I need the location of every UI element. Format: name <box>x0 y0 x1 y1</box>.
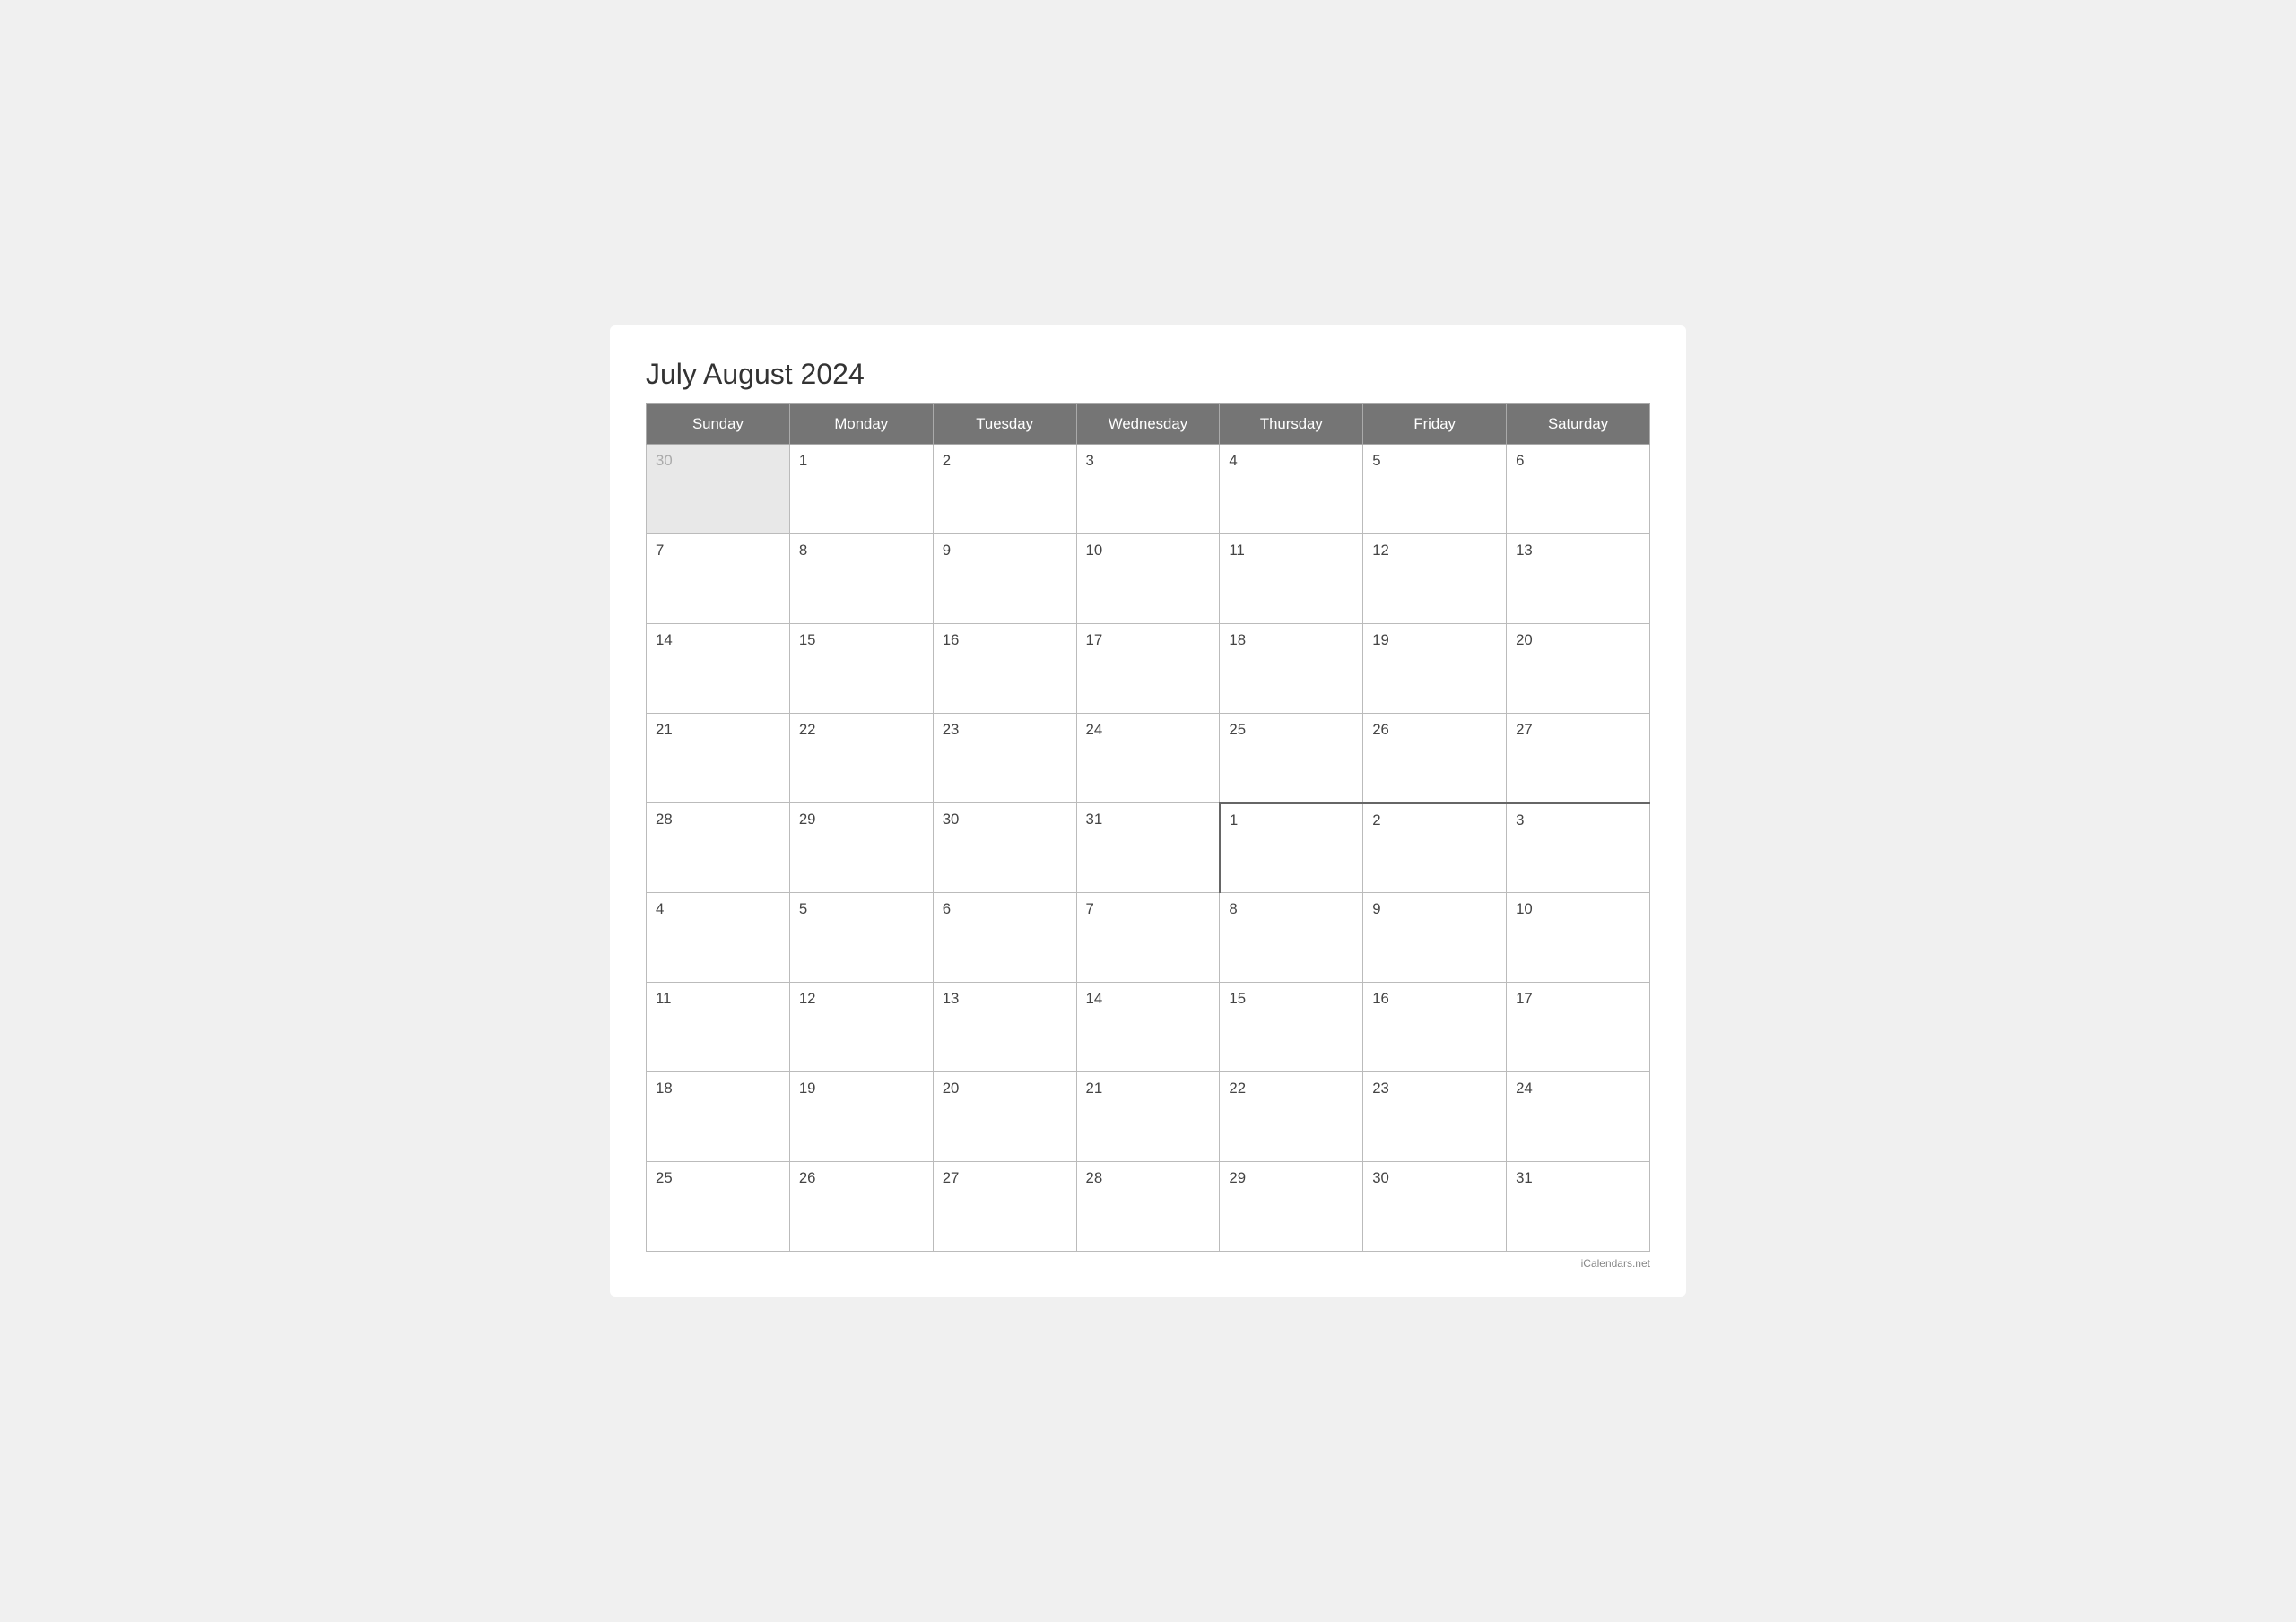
calendar-day-cell: 28 <box>1076 1162 1220 1252</box>
calendar-week-row: 18192021222324 <box>647 1072 1650 1162</box>
calendar-day-cell: 26 <box>789 1162 933 1252</box>
calendar-day-cell: 16 <box>1363 983 1507 1072</box>
day-header-tuesday: Tuesday <box>933 404 1076 445</box>
calendar-day-cell: 2 <box>933 445 1076 534</box>
day-header-thursday: Thursday <box>1220 404 1363 445</box>
calendar-day-cell: 19 <box>789 1072 933 1162</box>
calendar-day-cell: 22 <box>1220 1072 1363 1162</box>
calendar-day-cell: 29 <box>789 803 933 893</box>
calendar-day-cell: 1 <box>1220 803 1363 893</box>
calendar-day-cell: 3 <box>1076 445 1220 534</box>
calendar-week-row: 11121314151617 <box>647 983 1650 1072</box>
calendar-day-cell: 17 <box>1076 624 1220 714</box>
calendar-day-cell: 21 <box>647 714 790 803</box>
calendar-day-cell: 25 <box>1220 714 1363 803</box>
calendar-day-cell: 6 <box>933 893 1076 983</box>
calendar-day-cell: 21 <box>1076 1072 1220 1162</box>
calendar-day-cell: 23 <box>933 714 1076 803</box>
day-header-monday: Monday <box>789 404 933 445</box>
calendar-day-cell: 24 <box>1507 1072 1650 1162</box>
calendar-day-cell: 30 <box>1363 1162 1507 1252</box>
calendar-day-cell: 3 <box>1507 803 1650 893</box>
calendar-day-cell: 20 <box>933 1072 1076 1162</box>
calendar-day-cell: 24 <box>1076 714 1220 803</box>
calendar-day-cell: 30 <box>933 803 1076 893</box>
calendar-day-cell: 5 <box>1363 445 1507 534</box>
calendar-day-cell: 31 <box>1076 803 1220 893</box>
calendar-day-cell: 16 <box>933 624 1076 714</box>
calendar-day-cell: 18 <box>647 1072 790 1162</box>
day-header-sunday: Sunday <box>647 404 790 445</box>
calendar-week-row: 30123456 <box>647 445 1650 534</box>
calendar-day-cell: 13 <box>933 983 1076 1072</box>
calendar-day-cell: 2 <box>1363 803 1507 893</box>
calendar-day-cell: 27 <box>1507 714 1650 803</box>
calendar-week-row: 45678910 <box>647 893 1650 983</box>
calendar-day-cell: 9 <box>1363 893 1507 983</box>
calendar-day-cell: 15 <box>1220 983 1363 1072</box>
calendar-container: July August 2024 SundayMondayTuesdayWedn… <box>610 325 1686 1297</box>
calendar-title: July August 2024 <box>646 358 1650 391</box>
day-header-friday: Friday <box>1363 404 1507 445</box>
calendar-footer: iCalendars.net <box>646 1257 1650 1270</box>
calendar-day-cell: 19 <box>1363 624 1507 714</box>
calendar-day-cell: 29 <box>1220 1162 1363 1252</box>
calendar-header-row: SundayMondayTuesdayWednesdayThursdayFrid… <box>647 404 1650 445</box>
day-header-saturday: Saturday <box>1507 404 1650 445</box>
calendar-body: 3012345678910111213141516171819202122232… <box>647 445 1650 1252</box>
calendar-header: SundayMondayTuesdayWednesdayThursdayFrid… <box>647 404 1650 445</box>
calendar-day-cell: 8 <box>1220 893 1363 983</box>
calendar-day-cell: 4 <box>1220 445 1363 534</box>
calendar-week-row: 78910111213 <box>647 534 1650 624</box>
calendar-day-cell: 31 <box>1507 1162 1650 1252</box>
calendar-day-cell: 6 <box>1507 445 1650 534</box>
calendar-day-cell: 11 <box>647 983 790 1072</box>
calendar-day-cell: 26 <box>1363 714 1507 803</box>
calendar-day-cell: 28 <box>647 803 790 893</box>
calendar-day-cell: 7 <box>647 534 790 624</box>
calendar-day-cell: 20 <box>1507 624 1650 714</box>
calendar-day-cell: 30 <box>647 445 790 534</box>
calendar-day-cell: 10 <box>1076 534 1220 624</box>
calendar-day-cell: 22 <box>789 714 933 803</box>
calendar-week-row: 14151617181920 <box>647 624 1650 714</box>
calendar-day-cell: 13 <box>1507 534 1650 624</box>
calendar-day-cell: 25 <box>647 1162 790 1252</box>
day-header-wednesday: Wednesday <box>1076 404 1220 445</box>
calendar-day-cell: 17 <box>1507 983 1650 1072</box>
calendar-day-cell: 23 <box>1363 1072 1507 1162</box>
calendar-table: SundayMondayTuesdayWednesdayThursdayFrid… <box>646 403 1650 1252</box>
calendar-week-row: 21222324252627 <box>647 714 1650 803</box>
calendar-day-cell: 12 <box>789 983 933 1072</box>
calendar-day-cell: 4 <box>647 893 790 983</box>
calendar-day-cell: 27 <box>933 1162 1076 1252</box>
calendar-day-cell: 18 <box>1220 624 1363 714</box>
calendar-day-cell: 15 <box>789 624 933 714</box>
calendar-day-cell: 12 <box>1363 534 1507 624</box>
calendar-day-cell: 11 <box>1220 534 1363 624</box>
calendar-day-cell: 9 <box>933 534 1076 624</box>
calendar-day-cell: 14 <box>647 624 790 714</box>
calendar-week-row: 28293031123 <box>647 803 1650 893</box>
calendar-day-cell: 8 <box>789 534 933 624</box>
calendar-week-row: 25262728293031 <box>647 1162 1650 1252</box>
calendar-day-cell: 14 <box>1076 983 1220 1072</box>
calendar-day-cell: 7 <box>1076 893 1220 983</box>
calendar-day-cell: 1 <box>789 445 933 534</box>
calendar-day-cell: 10 <box>1507 893 1650 983</box>
calendar-day-cell: 5 <box>789 893 933 983</box>
